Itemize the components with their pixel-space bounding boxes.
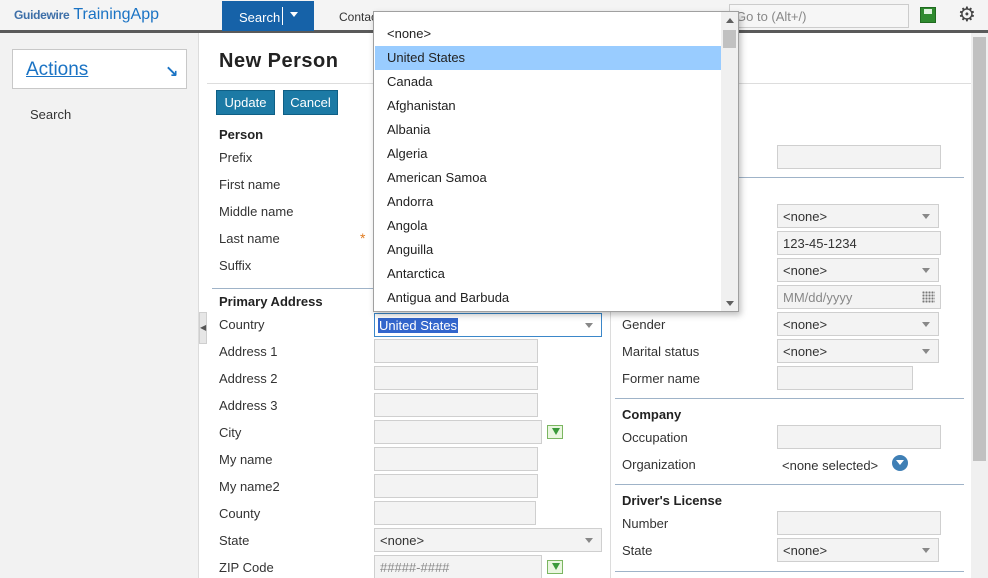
address2-input[interactable] [374, 366, 538, 390]
dropdown-option[interactable]: Antigua and Barbuda [375, 286, 721, 310]
actions-label: Actions [26, 59, 89, 80]
lookup-icon[interactable] [547, 560, 563, 574]
former-name-label: Former name [622, 371, 701, 386]
tab-search-label: Search [239, 10, 281, 25]
sidebar: Actions ↘ Search [0, 33, 199, 578]
address1-input[interactable] [374, 339, 538, 363]
section-divider [615, 484, 964, 485]
app-logo[interactable]: Guidewire TrainingApp [14, 6, 159, 24]
suffix-label: Suffix [219, 258, 252, 273]
dropdown-option[interactable]: Andorra [375, 190, 721, 214]
license-state-label: State [622, 543, 653, 558]
sidebar-collapse-handle[interactable]: ◀ [199, 312, 207, 344]
city-label: City [219, 425, 242, 440]
save-icon[interactable] [920, 7, 936, 23]
city-input[interactable] [374, 420, 542, 444]
goto-input[interactable]: Go to (Alt+/) [729, 4, 909, 28]
license-number-label: Number [622, 516, 669, 531]
arrow-down-right-icon: ↘ [165, 64, 179, 81]
organization-value: <none selected> [782, 458, 879, 473]
last-name-label: Last name [219, 231, 280, 246]
right-field-1[interactable] [777, 145, 941, 169]
tab-separator [282, 7, 283, 25]
chevron-down-icon[interactable] [290, 12, 298, 17]
dropdown-scroll-thumb[interactable] [723, 30, 736, 48]
organization-label: Organization [622, 457, 696, 472]
lookup-icon[interactable] [547, 425, 563, 439]
country-value: United States [378, 318, 459, 333]
license-number-input[interactable] [777, 511, 941, 535]
prefix-label: Prefix [219, 150, 253, 165]
right-select-1[interactable]: <none> [777, 204, 939, 228]
scroll-up-icon[interactable] [726, 18, 734, 23]
page-scrollbar[interactable] [971, 33, 988, 578]
first-name-label: First name [219, 177, 281, 192]
address3-input[interactable] [374, 393, 538, 417]
my-name-input[interactable] [374, 447, 538, 471]
tab-contacts[interactable]: Contac [339, 10, 377, 24]
state-label: State [219, 533, 250, 548]
marital-status-select[interactable]: <none> [777, 339, 939, 363]
county-label: County [219, 506, 261, 521]
section-person: Person [219, 127, 264, 142]
ssn-input[interactable]: 123-45-1234 [777, 231, 941, 255]
update-button[interactable]: Update [216, 90, 275, 115]
section-primary-address: Primary Address [219, 294, 323, 309]
column-divider [610, 311, 611, 578]
cancel-button[interactable]: Cancel [283, 90, 338, 115]
marital-status-label: Marital status [622, 344, 700, 359]
tab-search[interactable]: Search [222, 1, 314, 31]
page-title: New Person [219, 50, 339, 72]
section-company: Company [622, 407, 682, 422]
sidebar-item-search[interactable]: Search [30, 107, 71, 122]
former-name-input[interactable] [777, 366, 913, 390]
date-placeholder: MM/dd/yyyy [783, 290, 853, 305]
actions-button[interactable]: Actions ↘ [12, 49, 187, 89]
scrollbar-thumb[interactable] [973, 37, 986, 461]
county-input[interactable] [374, 501, 536, 525]
country-dropdown-list[interactable]: <none> United States Canada Afghanistan … [373, 11, 739, 312]
scroll-down-icon[interactable] [726, 301, 734, 306]
country-label: Country [219, 317, 265, 332]
dropdown-option[interactable]: Algeria [375, 142, 721, 166]
dropdown-option[interactable]: Canada [375, 70, 721, 94]
app-title: TrainingApp [73, 6, 160, 23]
middle-name-label: Middle name [219, 204, 294, 219]
date-input[interactable]: MM/dd/yyyy [777, 285, 941, 309]
gender-label: Gender [622, 317, 666, 332]
dropdown-option[interactable]: American Samoa [375, 166, 721, 190]
section-divider [615, 571, 964, 572]
dropdown-option[interactable]: Afghanistan [375, 94, 721, 118]
zip-input[interactable]: #####-#### [374, 555, 542, 578]
right-select-2[interactable]: <none> [777, 258, 939, 282]
section-divider [615, 398, 964, 399]
dropdown-option[interactable]: Albania [375, 118, 721, 142]
my-name2-input[interactable] [374, 474, 538, 498]
dropdown-option-selected[interactable]: United States [375, 46, 721, 70]
occupation-input[interactable] [777, 425, 941, 449]
my-name-label: My name [219, 452, 273, 467]
state-select[interactable]: <none> [374, 528, 602, 552]
occupation-label: Occupation [622, 430, 688, 445]
dropdown-option[interactable]: Angola [375, 214, 721, 238]
country-select[interactable]: United States [374, 313, 602, 337]
section-divider [737, 177, 964, 178]
section-drivers-license: Driver's License [622, 493, 722, 508]
license-state-select[interactable]: <none> [777, 538, 939, 562]
chevron-down-icon[interactable] [892, 455, 908, 471]
dropdown-scrollbar[interactable] [721, 12, 738, 311]
zip-label: ZIP Code [219, 560, 274, 575]
required-marker: * [360, 230, 366, 246]
dropdown-option[interactable]: <none> [375, 22, 721, 46]
address1-label: Address 1 [219, 344, 278, 359]
dropdown-option[interactable]: Anguilla [375, 238, 721, 262]
calendar-icon[interactable] [922, 291, 935, 303]
gender-select[interactable]: <none> [777, 312, 939, 336]
brand-name: Guidewire [14, 8, 70, 22]
gear-icon[interactable]: ⚙ [958, 5, 976, 25]
my-name2-label: My name2 [219, 479, 280, 494]
address3-label: Address 3 [219, 398, 278, 413]
address2-label: Address 2 [219, 371, 278, 386]
dropdown-option[interactable]: Antarctica [375, 262, 721, 286]
